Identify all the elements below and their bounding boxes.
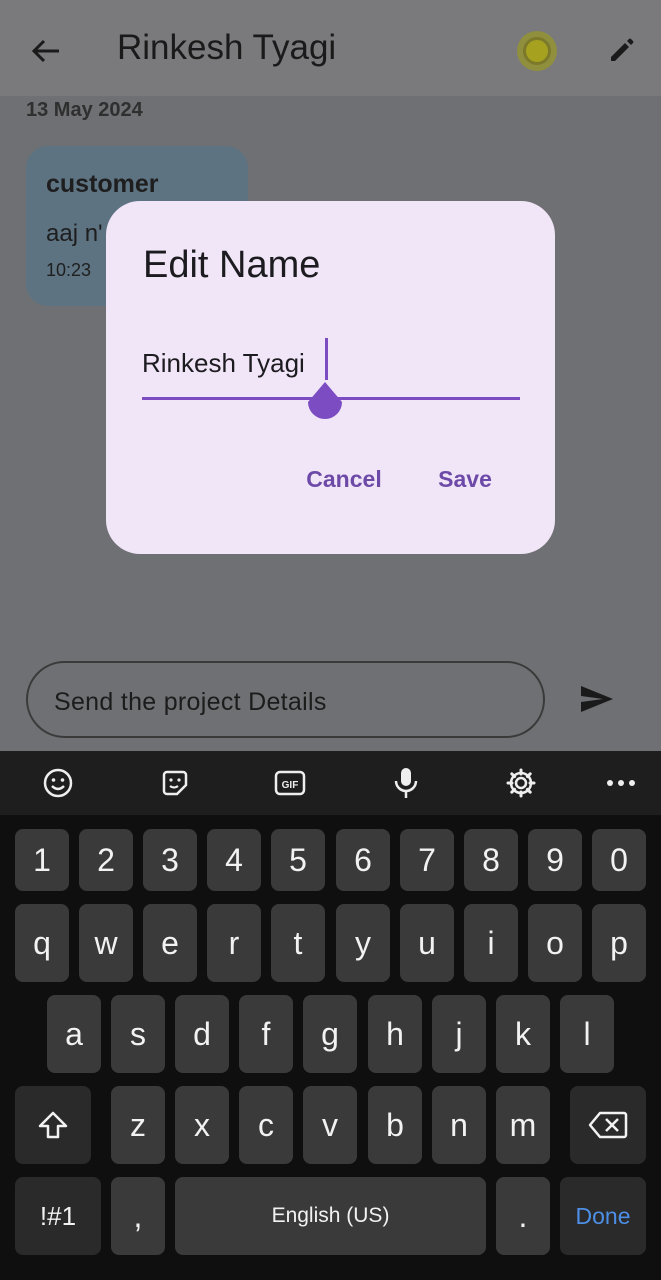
key-1[interactable]: 1 — [15, 829, 69, 891]
save-button[interactable]: Save — [420, 455, 510, 503]
shift-key[interactable] — [15, 1086, 91, 1164]
key-0[interactable]: 0 — [592, 829, 646, 891]
settings-gear-icon[interactable] — [503, 765, 539, 801]
period-key[interactable]: . — [496, 1177, 550, 1255]
keyboard-toolbar: GIF — [0, 751, 661, 815]
key-k[interactable]: k — [496, 995, 550, 1073]
key-e[interactable]: e — [143, 904, 197, 982]
on-screen-keyboard: GIF 1 2 3 4 5 6 7 8 9 0 q w e r t y u i … — [0, 751, 661, 1280]
key-a[interactable]: a — [47, 995, 101, 1073]
key-z[interactable]: z — [111, 1086, 165, 1164]
key-c[interactable]: c — [239, 1086, 293, 1164]
message-time: 10:23 — [46, 260, 92, 280]
key-8[interactable]: 8 — [464, 829, 518, 891]
space-bar[interactable]: English (US) — [175, 1177, 486, 1255]
key-q[interactable]: q — [15, 904, 69, 982]
date-separator: 13 May 2024 — [26, 99, 143, 121]
key-u[interactable]: u — [400, 904, 454, 982]
key-s[interactable]: s — [111, 995, 165, 1073]
key-w[interactable]: w — [79, 904, 133, 982]
text-cursor — [325, 338, 328, 380]
key-m[interactable]: m — [496, 1086, 550, 1164]
dialog-title: Edit Name — [143, 244, 321, 286]
key-x[interactable]: x — [175, 1086, 229, 1164]
message-input-text: Send the project Details — [54, 688, 327, 716]
key-v[interactable]: v — [303, 1086, 357, 1164]
key-l[interactable]: l — [560, 995, 614, 1073]
key-t[interactable]: t — [271, 904, 325, 982]
key-5[interactable]: 5 — [271, 829, 325, 891]
key-r[interactable]: r — [207, 904, 261, 982]
key-y[interactable]: y — [336, 904, 390, 982]
key-j[interactable]: j — [432, 995, 486, 1073]
key-b[interactable]: b — [368, 1086, 422, 1164]
key-g[interactable]: g — [303, 995, 357, 1073]
app-bar: Rinkesh Tyagi — [0, 0, 661, 96]
status-indicator-icon — [517, 31, 557, 71]
svg-text:GIF: GIF — [282, 780, 299, 791]
edit-name-dialog: Edit Name Rinkesh Tyagi Cancel Save — [106, 201, 555, 554]
key-2[interactable]: 2 — [79, 829, 133, 891]
key-i[interactable]: i — [464, 904, 518, 982]
key-7[interactable]: 7 — [400, 829, 454, 891]
shift-arrow-icon — [38, 1111, 68, 1139]
key-f[interactable]: f — [239, 995, 293, 1073]
key-4[interactable]: 4 — [207, 829, 261, 891]
key-d[interactable]: d — [175, 995, 229, 1073]
back-arrow-icon[interactable] — [24, 26, 68, 76]
key-o[interactable]: o — [528, 904, 582, 982]
more-options-icon[interactable] — [603, 765, 639, 801]
done-key[interactable]: Done — [560, 1177, 646, 1255]
message-input[interactable]: Send the project Details — [26, 661, 545, 738]
message-sender: customer — [46, 170, 159, 198]
symbols-key[interactable]: !#1 — [15, 1177, 101, 1255]
name-input[interactable]: Rinkesh Tyagi — [142, 348, 305, 379]
backspace-key[interactable] — [570, 1086, 646, 1164]
edit-pencil-icon[interactable] — [600, 28, 644, 72]
cancel-button[interactable]: Cancel — [292, 455, 396, 503]
gif-icon[interactable]: GIF — [272, 765, 308, 801]
key-h[interactable]: h — [368, 995, 422, 1073]
key-p[interactable]: p — [592, 904, 646, 982]
emoji-icon[interactable] — [40, 765, 76, 801]
sticker-icon[interactable] — [157, 765, 193, 801]
cursor-handle-icon[interactable] — [306, 382, 344, 422]
message-text: aaj n' — [46, 220, 103, 247]
backspace-icon — [588, 1111, 628, 1139]
contact-name-title: Rinkesh Tyagi — [117, 28, 337, 67]
comma-key[interactable]: , — [111, 1177, 165, 1255]
key-9[interactable]: 9 — [528, 829, 582, 891]
key-n[interactable]: n — [432, 1086, 486, 1164]
key-3[interactable]: 3 — [143, 829, 197, 891]
microphone-icon[interactable] — [388, 765, 424, 801]
send-icon[interactable] — [572, 676, 622, 722]
key-6[interactable]: 6 — [336, 829, 390, 891]
